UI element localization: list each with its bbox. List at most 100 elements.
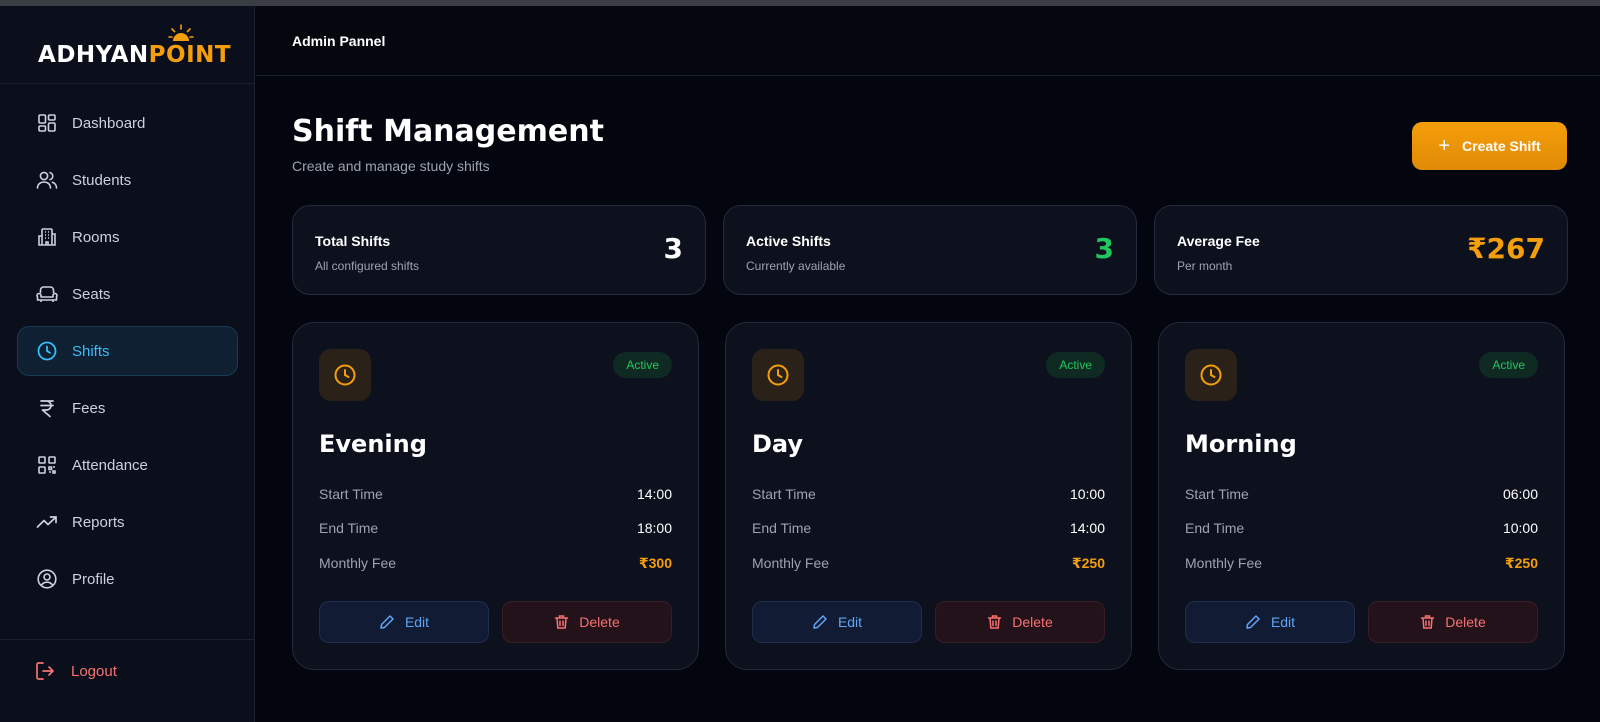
page-subtitle: Create and manage study shifts (292, 158, 490, 174)
stat-card-average-fee: Average Fee Per month ₹267 (1154, 205, 1568, 295)
edit-button[interactable]: Edit (319, 601, 489, 643)
page-title: Shift Management (292, 114, 604, 149)
delete-button[interactable]: Delete (502, 601, 672, 643)
sidebar-item-students[interactable]: Students (17, 155, 238, 205)
stat-value: 3 (663, 232, 683, 265)
sidebar-item-label: Students (72, 171, 132, 189)
trash-icon (1420, 614, 1435, 630)
clock-icon (752, 349, 804, 401)
start-time-row: Start Time 10:00 (752, 486, 1105, 502)
sidebar: ADHYANPOINT Dashboard Students Rooms Sea… (0, 6, 255, 722)
end-time-row: End Time 10:00 (1185, 520, 1538, 536)
sidebar-item-dashboard[interactable]: Dashboard (17, 98, 238, 148)
brand-name-white: DHYAN (56, 42, 149, 68)
stat-label: Average Fee (1177, 233, 1260, 249)
sidebar-item-label: Attendance (72, 456, 148, 474)
sidebar-item-shifts[interactable]: Shifts (17, 326, 238, 376)
user-circle-icon (36, 568, 58, 590)
monthly-fee-row: Monthly Fee ₹250 (752, 555, 1105, 572)
sidebar-nav: Dashboard Students Rooms Seats Shifts Fe… (17, 98, 238, 611)
delete-label: Delete (1012, 614, 1053, 630)
sidebar-item-fees[interactable]: Fees (17, 383, 238, 433)
status-badge: Active (613, 352, 672, 378)
monthly-fee-label: Monthly Fee (1185, 555, 1263, 571)
shift-name: Evening (319, 430, 427, 458)
logout-icon (35, 660, 57, 682)
create-shift-button[interactable]: + Create Shift (1412, 122, 1567, 170)
stat-value: ₹267 (1467, 232, 1545, 265)
start-time-value: 14:00 (636, 486, 672, 502)
monthly-fee-value: ₹250 (1071, 555, 1105, 571)
qr-code-icon (36, 454, 58, 476)
sidebar-item-attendance[interactable]: Attendance (17, 440, 238, 490)
clock-icon (319, 349, 371, 401)
stat-label: Total Shifts (315, 233, 391, 249)
rupee-icon (36, 397, 58, 419)
trending-up-icon (36, 511, 58, 533)
stat-label: Active Shifts (746, 233, 831, 249)
sidebar-item-label: Dashboard (72, 114, 146, 132)
sidebar-item-rooms[interactable]: Rooms (17, 212, 238, 262)
status-badge: Active (1479, 352, 1538, 378)
edit-button[interactable]: Edit (752, 601, 922, 643)
brand-name-orange: POINT (148, 42, 232, 68)
start-time-row: Start Time 06:00 (1185, 486, 1538, 502)
building-icon (36, 226, 58, 248)
end-time-label: End Time (319, 520, 379, 536)
delete-label: Delete (579, 614, 620, 630)
sidebar-item-reports[interactable]: Reports (17, 497, 238, 547)
stat-value: 3 (1094, 232, 1114, 265)
monthly-fee-label: Monthly Fee (752, 555, 830, 571)
sidebar-item-label: Seats (72, 285, 111, 303)
logout-button[interactable]: Logout (35, 660, 117, 682)
delete-button[interactable]: Delete (935, 601, 1105, 643)
stat-card-total-shifts: Total Shifts All configured shifts 3 (292, 205, 706, 295)
sidebar-item-label: Shifts (72, 342, 110, 360)
sidebar-item-label: Fees (72, 399, 106, 417)
brand-logo-mark: A (38, 42, 57, 68)
start-time-label: Start Time (752, 486, 816, 502)
start-time-label: Start Time (319, 486, 383, 502)
edit-label: Edit (837, 614, 863, 630)
delete-button[interactable]: Delete (1368, 601, 1538, 643)
monthly-fee-label: Monthly Fee (319, 555, 397, 571)
shift-card: Active Evening Start Time 14:00 End Time… (292, 322, 699, 670)
end-time-value: 10:00 (1502, 520, 1538, 536)
armchair-icon (36, 283, 58, 305)
monthly-fee-value: ₹250 (1504, 555, 1538, 571)
edit-label: Edit (1270, 614, 1296, 630)
stat-sublabel: Currently available (746, 259, 846, 273)
brand-logo[interactable]: ADHYANPOINT (38, 42, 231, 68)
dashboard-icon (36, 112, 58, 134)
monthly-fee-row: Monthly Fee ₹250 (1185, 555, 1538, 572)
shift-card: Active Morning Start Time 06:00 End Time… (1158, 322, 1565, 670)
monthly-fee-value: ₹300 (638, 555, 672, 571)
logout-label: Logout (71, 662, 117, 680)
pencil-icon (379, 614, 395, 630)
end-time-row: End Time 18:00 (319, 520, 672, 536)
end-time-value: 14:00 (1069, 520, 1105, 536)
edit-label: Edit (404, 614, 430, 630)
sidebar-item-seats[interactable]: Seats (17, 269, 238, 319)
sidebar-divider (0, 639, 255, 640)
status-badge: Active (1046, 352, 1105, 378)
trash-icon (554, 614, 569, 630)
logo-area: ADHYANPOINT (0, 6, 254, 84)
edit-button[interactable]: Edit (1185, 601, 1355, 643)
pencil-icon (812, 614, 828, 630)
start-time-value: 06:00 (1502, 486, 1538, 502)
pencil-icon (1245, 614, 1261, 630)
stat-sublabel: Per month (1177, 259, 1233, 273)
sidebar-item-label: Profile (72, 570, 115, 588)
sidebar-item-profile[interactable]: Profile (17, 554, 238, 604)
plus-icon: + (1438, 135, 1451, 157)
shift-name: Morning (1185, 430, 1297, 458)
end-time-label: End Time (1185, 520, 1245, 536)
sun-logo-icon (168, 24, 194, 41)
clock-icon (1185, 349, 1237, 401)
start-time-value: 10:00 (1069, 486, 1105, 502)
stat-card-active-shifts: Active Shifts Currently available 3 (723, 205, 1137, 295)
users-icon (36, 169, 58, 191)
stat-sublabel: All configured shifts (315, 259, 420, 273)
end-time-label: End Time (752, 520, 812, 536)
